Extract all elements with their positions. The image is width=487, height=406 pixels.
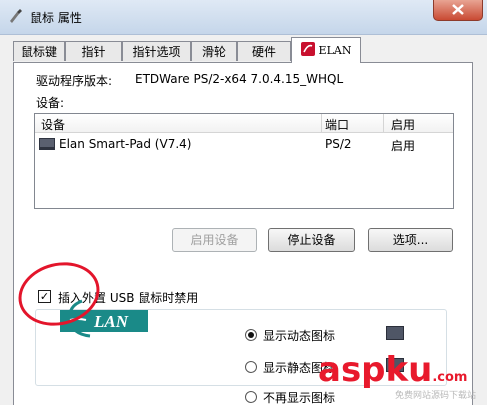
enable-device-button[interactable]: 启用设备 [172, 228, 257, 252]
animated-tray-icon [386, 326, 404, 340]
show-animated-icon-label: 显示动态图标 [263, 329, 336, 343]
svg-text:LAN: LAN [93, 312, 129, 331]
tab-pointers[interactable]: 指针 [65, 41, 122, 61]
tab-buttons[interactable]: 鼠标键 [13, 41, 65, 61]
tab-elan[interactable]: ELAN [291, 37, 361, 63]
device-list[interactable]: 设备 端口 启用 Elan Smart-Pad (V7.4) PS/2 启用 [34, 113, 454, 209]
touchpad-icon [39, 138, 55, 150]
devices-label: 设备: [36, 96, 65, 110]
tab-wheel[interactable]: 滑轮 [191, 41, 237, 61]
driver-version-label: 驱动程序版本: [36, 74, 113, 88]
show-static-icon-radio[interactable] [245, 361, 257, 373]
stop-device-button[interactable]: 停止设备 [268, 228, 355, 252]
hide-icon-radio[interactable] [245, 391, 257, 403]
device-list-header: 设备 端口 启用 [35, 114, 453, 133]
device-name: Elan Smart-Pad (V7.4) [59, 137, 192, 151]
device-enabled: 启用 [391, 139, 416, 153]
column-header-enabled[interactable]: 启用 [391, 116, 415, 133]
elan-tab-icon [300, 42, 315, 56]
options-button[interactable]: 选项... [368, 228, 453, 252]
close-button[interactable] [433, 0, 483, 21]
mouse-icon [10, 9, 22, 23]
watermark-subtitle: 免费网站源码下载站 [395, 391, 477, 401]
tab-hardware[interactable]: 硬件 [237, 41, 291, 61]
column-header-port[interactable]: 端口 [325, 116, 349, 133]
driver-version-value: ETDWare PS/2-x64 7.0.4.15_WHQL [135, 72, 344, 86]
column-header-device[interactable]: 设备 [41, 116, 65, 133]
device-row[interactable]: Elan Smart-Pad (V7.4) PS/2 启用 [35, 134, 453, 154]
device-port: PS/2 [325, 137, 352, 151]
title-bar[interactable]: 鼠标 属性 [0, 0, 487, 35]
close-icon [452, 4, 464, 15]
window-title: 鼠标 属性 [30, 11, 82, 25]
show-animated-icon-radio[interactable] [245, 329, 257, 341]
tab-pointer-options[interactable]: 指针选项 [122, 41, 191, 61]
